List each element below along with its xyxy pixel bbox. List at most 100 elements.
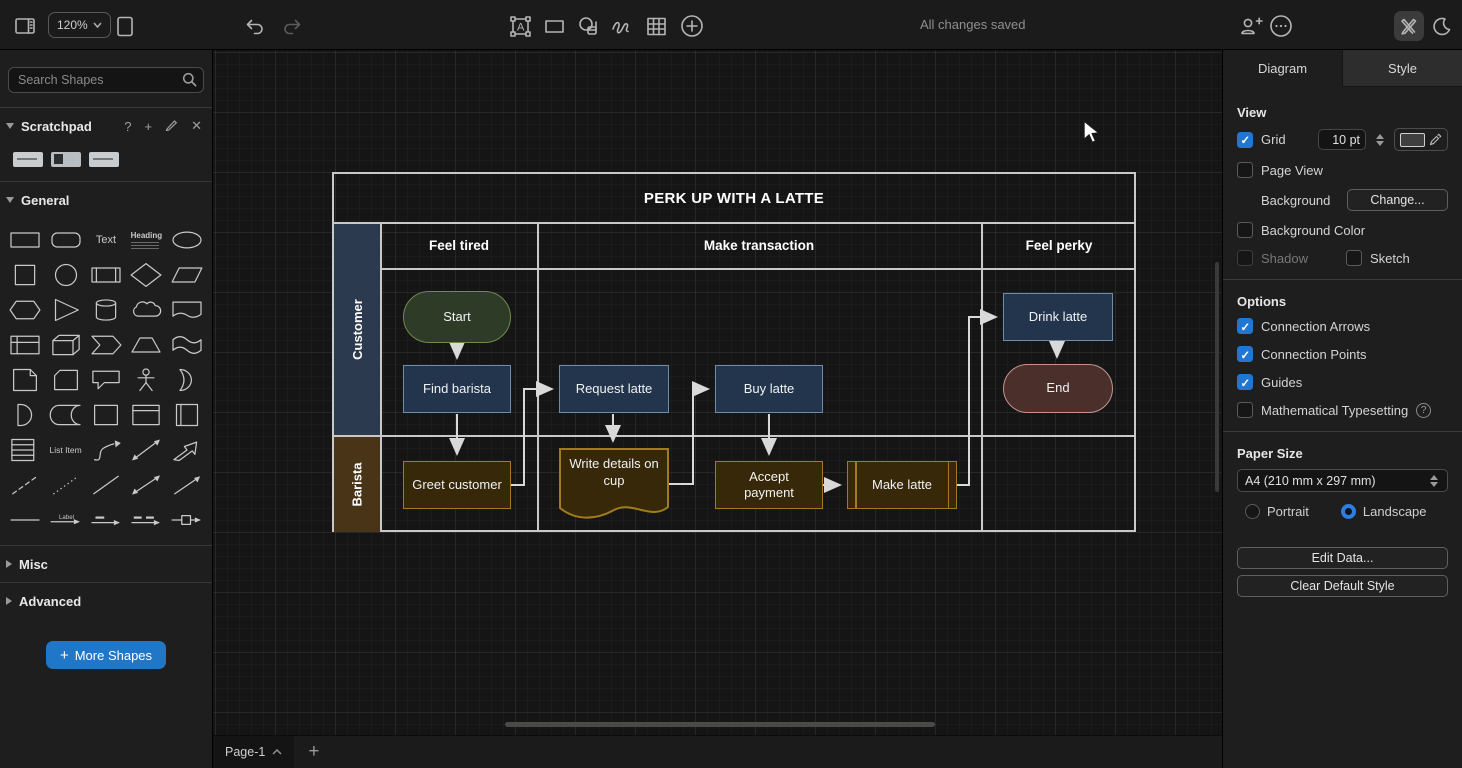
shape-labeled-arrow[interactable]: Label	[45, 504, 85, 535]
general-section-header[interactable]: General	[0, 182, 212, 218]
freehand-icon[interactable]	[609, 13, 635, 39]
page-outline-icon[interactable]	[112, 13, 138, 39]
background-change-button[interactable]: Change...	[1347, 189, 1448, 211]
connection-arrows-checkbox[interactable]	[1237, 318, 1253, 334]
shape-or[interactable]	[167, 364, 207, 395]
shape-edge-double-label[interactable]	[126, 504, 166, 535]
column-make-transaction[interactable]: Make transaction	[538, 222, 980, 268]
shape-arrow[interactable]	[167, 434, 207, 465]
shape-document[interactable]	[167, 294, 207, 325]
shape-trapezoid[interactable]	[126, 329, 166, 360]
undo-icon[interactable]	[241, 13, 267, 39]
landscape-radio[interactable]	[1341, 504, 1356, 519]
scratchpad-section-header[interactable]: Scratchpad ? + ✕	[0, 108, 212, 144]
shape-bidirectional-arrow[interactable]	[126, 434, 166, 465]
scratchpad-add-icon[interactable]: +	[145, 119, 153, 134]
shape-bidirectional-connector[interactable]	[126, 469, 166, 500]
search-input[interactable]	[8, 67, 204, 93]
shape-horizontal-line[interactable]	[5, 504, 45, 535]
shape-callout[interactable]	[86, 364, 126, 395]
page-tab[interactable]: Page-1	[213, 736, 294, 768]
grid-size-input[interactable]: 10 pt	[1318, 129, 1366, 150]
scratchpad-item[interactable]	[89, 152, 119, 167]
more-options-icon[interactable]	[1268, 13, 1294, 39]
scratchpad-help-icon[interactable]: ?	[124, 119, 131, 134]
tab-diagram[interactable]: Diagram	[1223, 50, 1343, 87]
scratchpad-close-icon[interactable]: ✕	[191, 118, 202, 134]
shape-heading[interactable]: Heading	[126, 224, 166, 255]
shape-dashed-line[interactable]	[5, 469, 45, 500]
insert-shape-icon[interactable]	[575, 13, 601, 39]
shape-cube[interactable]	[45, 329, 85, 360]
page-view-checkbox[interactable]	[1237, 162, 1253, 178]
background-color-checkbox[interactable]	[1237, 222, 1253, 238]
format-panel-toggle-icon[interactable]	[12, 13, 38, 39]
vertical-scrollbar[interactable]	[1215, 262, 1219, 492]
lane-customer[interactable]: Customer	[334, 222, 380, 437]
diagram-canvas[interactable]: PERK UP WITH A LATTE Customer Barista Fe…	[213, 50, 1222, 735]
shadow-checkbox[interactable]	[1237, 250, 1253, 266]
shape-directional-connector[interactable]	[167, 469, 207, 500]
shape-ellipse[interactable]	[167, 224, 207, 255]
insert-rectangle-icon[interactable]	[541, 13, 567, 39]
shape-internal-storage[interactable]	[5, 329, 45, 360]
shape-actor[interactable]	[126, 364, 166, 395]
shape-process[interactable]	[86, 259, 126, 290]
misc-section-header[interactable]: Misc	[0, 546, 212, 582]
column-feel-tired[interactable]: Feel tired	[382, 222, 536, 268]
guides-checkbox[interactable]	[1237, 374, 1253, 390]
shape-and[interactable]	[5, 399, 45, 430]
shape-square[interactable]	[5, 259, 45, 290]
shape-rounded-rectangle[interactable]	[45, 224, 85, 255]
scratchpad-item[interactable]	[13, 152, 43, 167]
shape-hexagon[interactable]	[5, 294, 45, 325]
tab-style[interactable]: Style	[1343, 50, 1462, 87]
node-greet-customer[interactable]: Greet customer	[403, 461, 511, 509]
node-write-details[interactable]: Write details on cup	[559, 448, 669, 524]
insert-table-icon[interactable]	[643, 13, 669, 39]
portrait-radio[interactable]	[1245, 504, 1260, 519]
node-accept-payment[interactable]: Accept payment	[715, 461, 823, 509]
clear-default-style-button[interactable]: Clear Default Style	[1237, 575, 1448, 597]
dark-mode-moon-icon[interactable]	[1428, 13, 1454, 39]
shape-edge-label[interactable]	[86, 504, 126, 535]
node-start[interactable]: Start	[403, 291, 511, 343]
shape-parallelogram[interactable]	[167, 259, 207, 290]
shape-diamond[interactable]	[126, 259, 166, 290]
help-icon[interactable]: ?	[1416, 403, 1431, 418]
shape-list-item[interactable]: List Item	[45, 434, 85, 465]
math-typesetting-checkbox[interactable]	[1237, 402, 1253, 418]
save-status[interactable]: All changes saved	[920, 17, 1026, 32]
zoom-dropdown[interactable]: 120%	[48, 12, 111, 38]
shape-curve[interactable]	[86, 434, 126, 465]
node-find-barista[interactable]: Find barista	[403, 365, 511, 413]
diagram-title[interactable]: PERK UP WITH A LATTE	[334, 174, 1134, 222]
add-page-button[interactable]: +	[294, 736, 333, 768]
shape-triangle[interactable]	[45, 294, 85, 325]
shape-rectangle[interactable]	[5, 224, 45, 255]
shape-data-storage[interactable]	[45, 399, 85, 430]
scratchpad-edit-icon[interactable]	[165, 118, 178, 134]
shape-list[interactable]	[5, 434, 45, 465]
connection-points-checkbox[interactable]	[1237, 346, 1253, 362]
shape-cylinder[interactable]	[86, 294, 126, 325]
sketch-checkbox[interactable]	[1346, 250, 1362, 266]
shape-line[interactable]	[86, 469, 126, 500]
shape-arrow-with-box[interactable]	[167, 504, 207, 535]
insert-plus-icon[interactable]	[679, 13, 705, 39]
shape-dotted-line[interactable]	[45, 469, 85, 500]
more-shapes-button[interactable]: + More Shapes	[46, 641, 166, 669]
shape-cloud[interactable]	[126, 294, 166, 325]
grid-size-stepper[interactable]	[1376, 134, 1384, 146]
scratchpad-item[interactable]	[51, 152, 81, 167]
lane-barista[interactable]: Barista	[334, 437, 380, 532]
node-end[interactable]: End	[1003, 364, 1113, 413]
shape-text[interactable]: Text	[86, 224, 126, 255]
sketch-mode-icon[interactable]	[1394, 11, 1424, 41]
grid-checkbox[interactable]	[1237, 132, 1253, 148]
redo-icon[interactable]	[279, 13, 305, 39]
insert-text-icon[interactable]: A	[507, 13, 533, 39]
shape-container-title[interactable]	[126, 399, 166, 430]
column-feel-perky[interactable]: Feel perky	[982, 222, 1136, 268]
shape-card[interactable]	[45, 364, 85, 395]
